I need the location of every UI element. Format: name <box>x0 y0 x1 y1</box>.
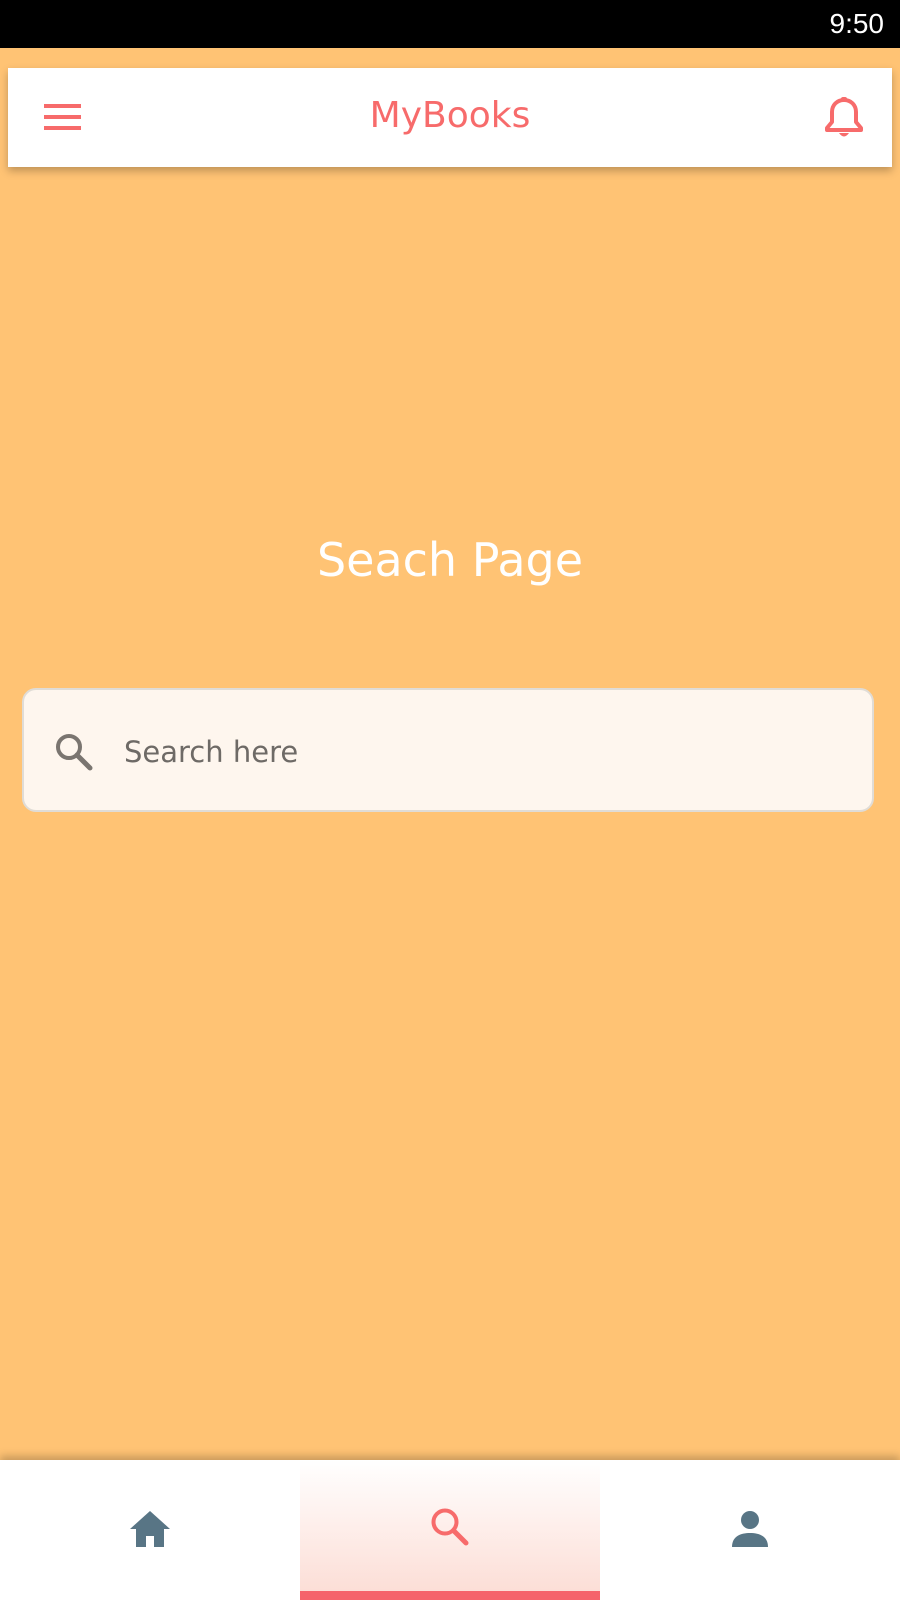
bell-icon <box>825 97 863 137</box>
search-icon <box>431 1508 469 1546</box>
person-icon <box>732 1511 768 1547</box>
nav-item-profile[interactable] <box>600 1460 900 1600</box>
page-heading: Seach Page <box>316 533 584 587</box>
status-time: 9:50 <box>829 8 885 39</box>
nav-item-search[interactable] <box>300 1460 600 1600</box>
app-title: MyBooks <box>369 95 531 136</box>
app-bar: MyBooks <box>8 68 892 167</box>
search-box <box>22 688 874 812</box>
notifications-button[interactable] <box>820 96 868 140</box>
status-bar: 9:50 <box>0 0 900 48</box>
nav-item-home[interactable] <box>0 1460 300 1600</box>
search-input[interactable] <box>120 720 844 784</box>
selected-tab-indicator <box>300 1591 600 1600</box>
bottom-navigation <box>0 1460 900 1600</box>
home-icon <box>130 1511 170 1547</box>
search-icon <box>56 734 93 771</box>
